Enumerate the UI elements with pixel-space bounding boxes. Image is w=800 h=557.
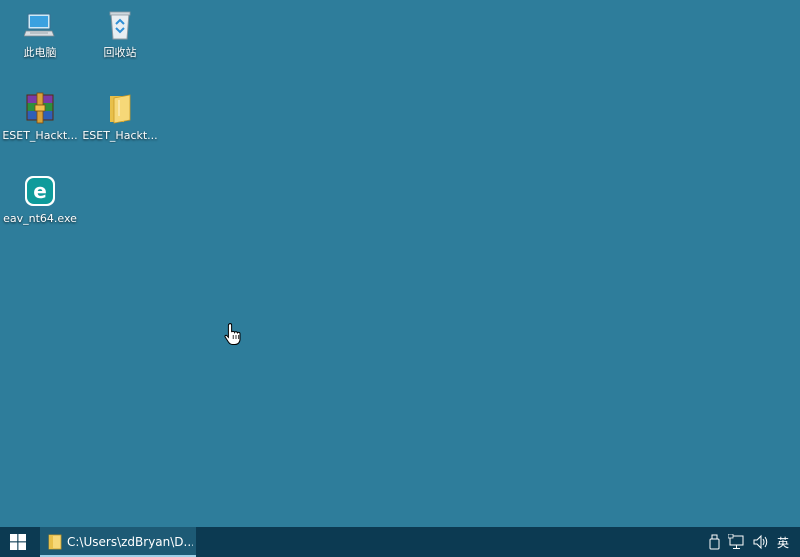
start-button[interactable] — [0, 527, 36, 557]
eset-installer-icon: e — [25, 176, 55, 206]
desktop-icon-this-pc[interactable]: 此电脑 — [1, 4, 79, 74]
desktop-icon-label: eav_nt64.exe — [3, 212, 77, 225]
usb-drive-icon[interactable] — [706, 534, 724, 550]
hand-pointer-icon — [224, 322, 241, 345]
desktop-icon-label: 回收站 — [103, 46, 137, 59]
taskbar-item-explorer[interactable]: C:\Users\zdBryan\D... — [40, 527, 196, 557]
folder-icon — [110, 94, 131, 124]
volume-icon[interactable] — [752, 534, 770, 550]
desktop-icon-folder[interactable]: ESET_Hackt... — [81, 87, 159, 157]
network-icon[interactable] — [728, 534, 746, 550]
ime-indicator[interactable]: 英 — [777, 534, 789, 551]
taskbar-item-label: C:\Users\zdBryan\D... — [67, 535, 193, 549]
windows-start-icon — [10, 534, 26, 550]
this-pc-icon — [24, 13, 55, 37]
desktop: 此电脑 回收站 ESET_Hackt... ESET_Hackt... e ea… — [0, 0, 800, 527]
recycle-bin-icon — [109, 11, 131, 40]
winrar-archive-icon — [26, 92, 54, 124]
desktop-icon-label: ESET_Hackt... — [2, 129, 78, 142]
desktop-icon-label: 此电脑 — [23, 46, 57, 59]
desktop-icon-label: ESET_Hackt... — [82, 129, 158, 142]
desktop-icon-recycle-bin[interactable]: 回收站 — [81, 4, 159, 74]
svg-text:e: e — [33, 179, 47, 203]
taskbar: C:\Users\zdBryan\D... 英 — [0, 527, 800, 557]
folder-icon — [48, 534, 62, 550]
desktop-icon-eset-installer[interactable]: e eav_nt64.exe — [1, 170, 79, 240]
desktop-icon-archive[interactable]: ESET_Hackt... — [1, 87, 79, 157]
